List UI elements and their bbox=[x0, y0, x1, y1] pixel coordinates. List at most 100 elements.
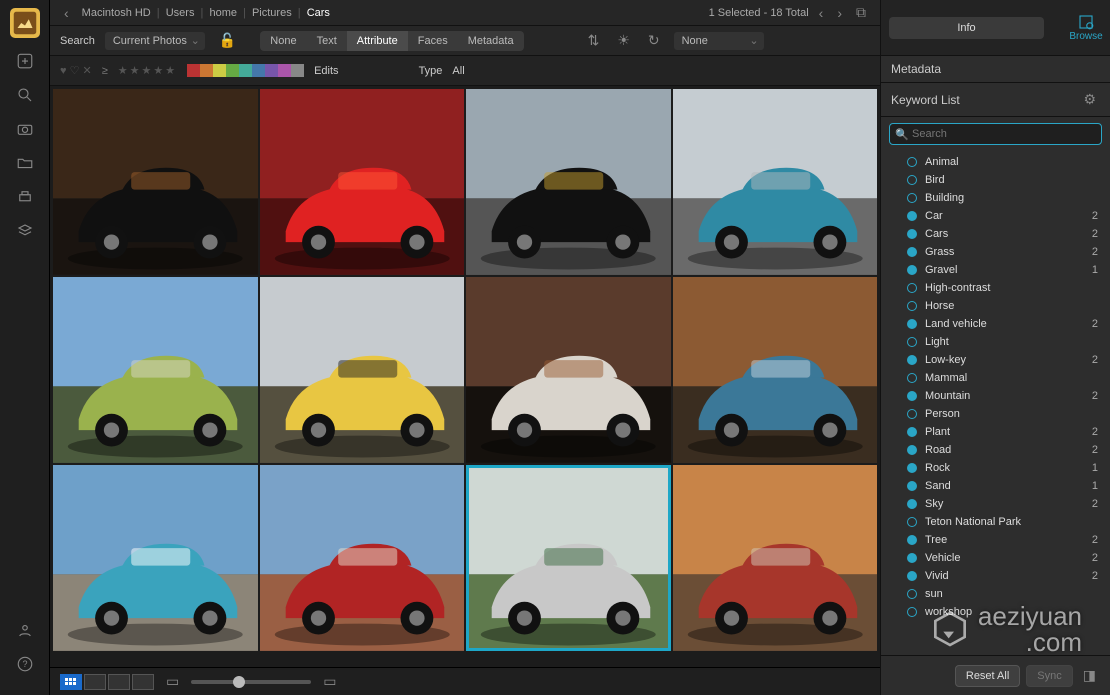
keyword-item[interactable]: Vehicle2 bbox=[903, 549, 1102, 567]
color-swatch[interactable] bbox=[200, 64, 213, 77]
color-swatch[interactable] bbox=[187, 64, 200, 77]
grid-view-button[interactable] bbox=[60, 674, 82, 690]
keyword-item[interactable]: Mountain2 bbox=[903, 387, 1102, 405]
compare-view-button[interactable] bbox=[132, 674, 154, 690]
keyword-item[interactable]: Cars2 bbox=[903, 225, 1102, 243]
star-rating[interactable]: ★★★★★ bbox=[118, 64, 177, 77]
keyword-item[interactable]: Mammal bbox=[903, 369, 1102, 387]
add-icon[interactable] bbox=[14, 50, 36, 72]
keyword-item[interactable]: Vivid2 bbox=[903, 567, 1102, 585]
keyword-item[interactable]: Animal bbox=[903, 153, 1102, 171]
info-tab[interactable]: Info bbox=[889, 17, 1044, 39]
thumbnail[interactable] bbox=[673, 89, 878, 275]
breadcrumb-item[interactable]: Macintosh HD bbox=[79, 7, 154, 19]
keyword-item[interactable]: Horse bbox=[903, 297, 1102, 315]
thumbnail[interactable] bbox=[673, 277, 878, 463]
keyword-item[interactable]: Rock1 bbox=[903, 459, 1102, 477]
sort-dropdown[interactable]: None bbox=[674, 32, 764, 50]
rating-gte-icon[interactable]: ≥ bbox=[102, 65, 108, 77]
metadata-section[interactable]: Metadata bbox=[881, 56, 1110, 83]
filter-tab-none[interactable]: None bbox=[260, 31, 306, 51]
thumbnail[interactable] bbox=[260, 465, 465, 651]
keyword-item[interactable]: Building bbox=[903, 189, 1102, 207]
filter-tab-faces[interactable]: Faces bbox=[408, 31, 458, 51]
brightness-icon[interactable]: ☀ bbox=[613, 30, 634, 51]
sync-button[interactable]: Sync bbox=[1026, 665, 1072, 687]
thumbnail[interactable] bbox=[53, 277, 258, 463]
filter-tab-metadata[interactable]: Metadata bbox=[458, 31, 524, 51]
breadcrumb-item[interactable]: Pictures bbox=[249, 7, 295, 19]
keyword-item[interactable]: Sand1 bbox=[903, 477, 1102, 495]
help-icon[interactable]: ? bbox=[14, 653, 36, 675]
edits-dropdown[interactable]: Edits bbox=[314, 65, 338, 77]
zoom-out-icon[interactable]: ▭ bbox=[162, 671, 183, 692]
keyword-item[interactable]: Light bbox=[903, 333, 1102, 351]
user-icon[interactable] bbox=[14, 619, 36, 641]
camera-icon[interactable] bbox=[14, 118, 36, 140]
keyword-name: Mountain bbox=[925, 390, 1084, 402]
keyword-item[interactable]: Grass2 bbox=[903, 243, 1102, 261]
favorite-icons[interactable]: ♥ ♡ ✕ bbox=[60, 64, 92, 77]
browse-button[interactable]: Browse bbox=[1062, 9, 1110, 46]
breadcrumb-item[interactable]: home bbox=[206, 7, 240, 19]
print-icon[interactable] bbox=[14, 186, 36, 208]
keyword-item[interactable]: Tree2 bbox=[903, 531, 1102, 549]
filter-tab-attribute[interactable]: Attribute bbox=[347, 31, 408, 51]
folder-icon[interactable] bbox=[14, 152, 36, 174]
keyword-item[interactable]: Land vehicle2 bbox=[903, 315, 1102, 333]
lock-icon[interactable]: 🔓 bbox=[215, 30, 240, 51]
keyword-section-header[interactable]: Keyword List ⚙ bbox=[881, 83, 1110, 117]
keyword-item[interactable]: Gravel1 bbox=[903, 261, 1102, 279]
color-swatch[interactable] bbox=[291, 64, 304, 77]
keyword-item[interactable]: Person bbox=[903, 405, 1102, 423]
app-icon[interactable] bbox=[10, 8, 40, 38]
color-swatch[interactable] bbox=[252, 64, 265, 77]
keyword-item[interactable]: High-contrast bbox=[903, 279, 1102, 297]
keyword-item[interactable]: Car2 bbox=[903, 207, 1102, 225]
keyword-item[interactable]: Bird bbox=[903, 171, 1102, 189]
keyword-item[interactable]: Road2 bbox=[903, 441, 1102, 459]
keyword-item[interactable]: Sky2 bbox=[903, 495, 1102, 513]
sort-icon[interactable]: ⇅ bbox=[584, 30, 604, 51]
keyword-item[interactable]: Plant2 bbox=[903, 423, 1102, 441]
single-view-button[interactable] bbox=[108, 674, 130, 690]
filter-tab-text[interactable]: Text bbox=[307, 31, 347, 51]
keyword-item[interactable]: workshop bbox=[903, 603, 1102, 621]
keyword-item[interactable]: Low-key2 bbox=[903, 351, 1102, 369]
thumbnail[interactable] bbox=[466, 465, 671, 651]
panel-toggle-icon[interactable]: ◨ bbox=[1079, 665, 1100, 686]
filmstrip-view-button[interactable] bbox=[84, 674, 106, 690]
back-icon[interactable]: ‹ bbox=[60, 3, 73, 23]
color-swatch[interactable] bbox=[265, 64, 278, 77]
zoom-in-icon[interactable]: ▭ bbox=[319, 671, 340, 692]
thumbnail[interactable] bbox=[466, 89, 671, 275]
color-swatch[interactable] bbox=[239, 64, 252, 77]
thumbnail[interactable] bbox=[260, 277, 465, 463]
keyword-item[interactable]: sun bbox=[903, 585, 1102, 603]
color-swatch[interactable] bbox=[226, 64, 239, 77]
breadcrumb-item[interactable]: Cars bbox=[304, 7, 333, 19]
folder-up-icon[interactable]: ⧉ bbox=[852, 2, 870, 23]
prev-icon[interactable]: ‹ bbox=[815, 3, 828, 23]
keyword-name: Person bbox=[925, 408, 1090, 420]
type-dropdown[interactable]: All bbox=[452, 65, 464, 77]
thumbnail[interactable] bbox=[260, 89, 465, 275]
color-swatch[interactable] bbox=[213, 64, 226, 77]
reset-all-button[interactable]: Reset All bbox=[955, 665, 1020, 687]
color-labels[interactable] bbox=[187, 64, 304, 77]
stack-icon[interactable] bbox=[14, 220, 36, 242]
thumbnail[interactable] bbox=[673, 465, 878, 651]
next-icon[interactable]: › bbox=[833, 3, 846, 23]
thumbnail-size-slider[interactable] bbox=[191, 680, 311, 684]
breadcrumb-item[interactable]: Users bbox=[163, 7, 198, 19]
refresh-icon[interactable]: ↻ bbox=[644, 30, 664, 51]
keyword-search-input[interactable] bbox=[889, 123, 1102, 145]
gear-icon[interactable]: ⚙ bbox=[1079, 89, 1100, 110]
thumbnail[interactable] bbox=[466, 277, 671, 463]
keyword-item[interactable]: Teton National Park bbox=[903, 513, 1102, 531]
search-icon[interactable] bbox=[14, 84, 36, 106]
thumbnail[interactable] bbox=[53, 89, 258, 275]
search-scope-dropdown[interactable]: Current Photos bbox=[105, 32, 205, 50]
color-swatch[interactable] bbox=[278, 64, 291, 77]
thumbnail[interactable] bbox=[53, 465, 258, 651]
